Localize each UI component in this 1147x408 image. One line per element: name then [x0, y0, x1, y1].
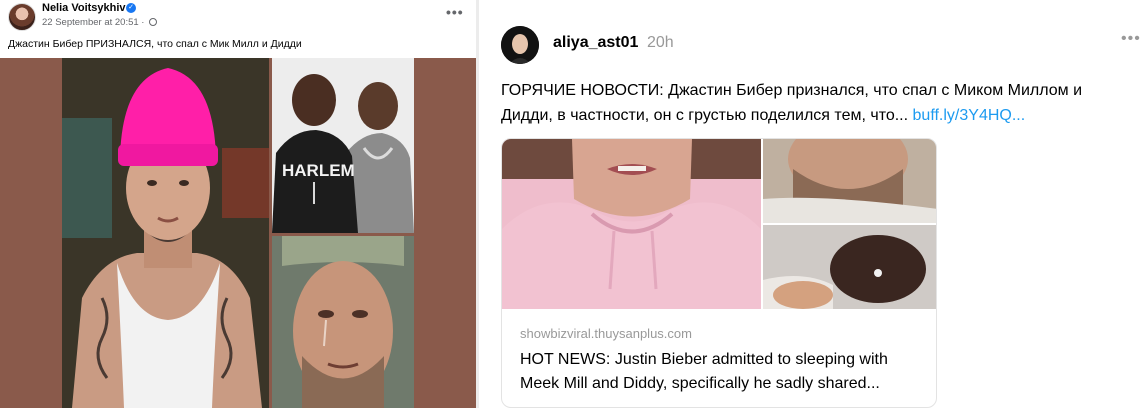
harlem-hoodie-text: HARLEM [282, 161, 355, 180]
card-image-sleeping-illustration [763, 225, 936, 309]
post-timestamp[interactable]: 22 September at 20:51 · [42, 17, 158, 28]
timestamp-text[interactable]: 22 September at 20:51 · [42, 17, 144, 28]
card-image-pink-hoodie [502, 139, 761, 309]
author-name[interactable]: Nelia Voitsykhiv [42, 2, 126, 14]
more-options-icon[interactable]: ••• [1121, 30, 1141, 48]
photo-two-men[interactable]: HARLEM [272, 58, 414, 233]
avatar-illustration [501, 26, 539, 64]
globe-icon [149, 18, 158, 26]
photo-main-illustration [62, 58, 269, 408]
post-text: Джастин Бибер ПРИЗНАЛСЯ, что спал с Мик … [8, 38, 302, 50]
post-media[interactable]: HARLEM [0, 58, 476, 408]
more-options-icon[interactable]: ••• [446, 4, 464, 20]
user-avatar[interactable] [501, 26, 539, 64]
link-preview-card[interactable]: showbizviral.thuysanplus.com HOT NEWS: J… [501, 138, 937, 408]
post-time[interactable]: 20h [647, 34, 674, 52]
card-image-pink-hoodie-illustration [502, 139, 761, 309]
photo-two-men-illustration: HARLEM [272, 58, 414, 233]
verified-badge-icon: ✓ [126, 3, 136, 13]
photo-main[interactable] [62, 58, 269, 408]
threads-post: aliya_ast01 20h ••• ГОРЯЧИЕ НОВОСТИ: Джа… [479, 0, 1147, 408]
card-image-beard-illustration [763, 139, 936, 223]
post-link[interactable]: buff.ly/3Y4HQ... [913, 107, 1026, 124]
post-text: ГОРЯЧИЕ НОВОСТИ: Джастин Бибер признался… [501, 78, 1121, 128]
card-image-sleeping [763, 225, 936, 309]
card-image-beard [763, 139, 936, 223]
facebook-post: Nelia Voitsykhiv ✓ 22 September at 20:51… [0, 0, 476, 408]
photo-crying-illustration [272, 236, 414, 408]
photo-crying[interactable] [272, 236, 414, 408]
username[interactable]: aliya_ast01 [553, 34, 638, 52]
card-domain: showbizviral.thuysanplus.com [520, 326, 692, 341]
card-title[interactable]: HOT NEWS: Justin Bieber admitted to slee… [520, 348, 930, 396]
author-avatar[interactable] [8, 3, 36, 31]
